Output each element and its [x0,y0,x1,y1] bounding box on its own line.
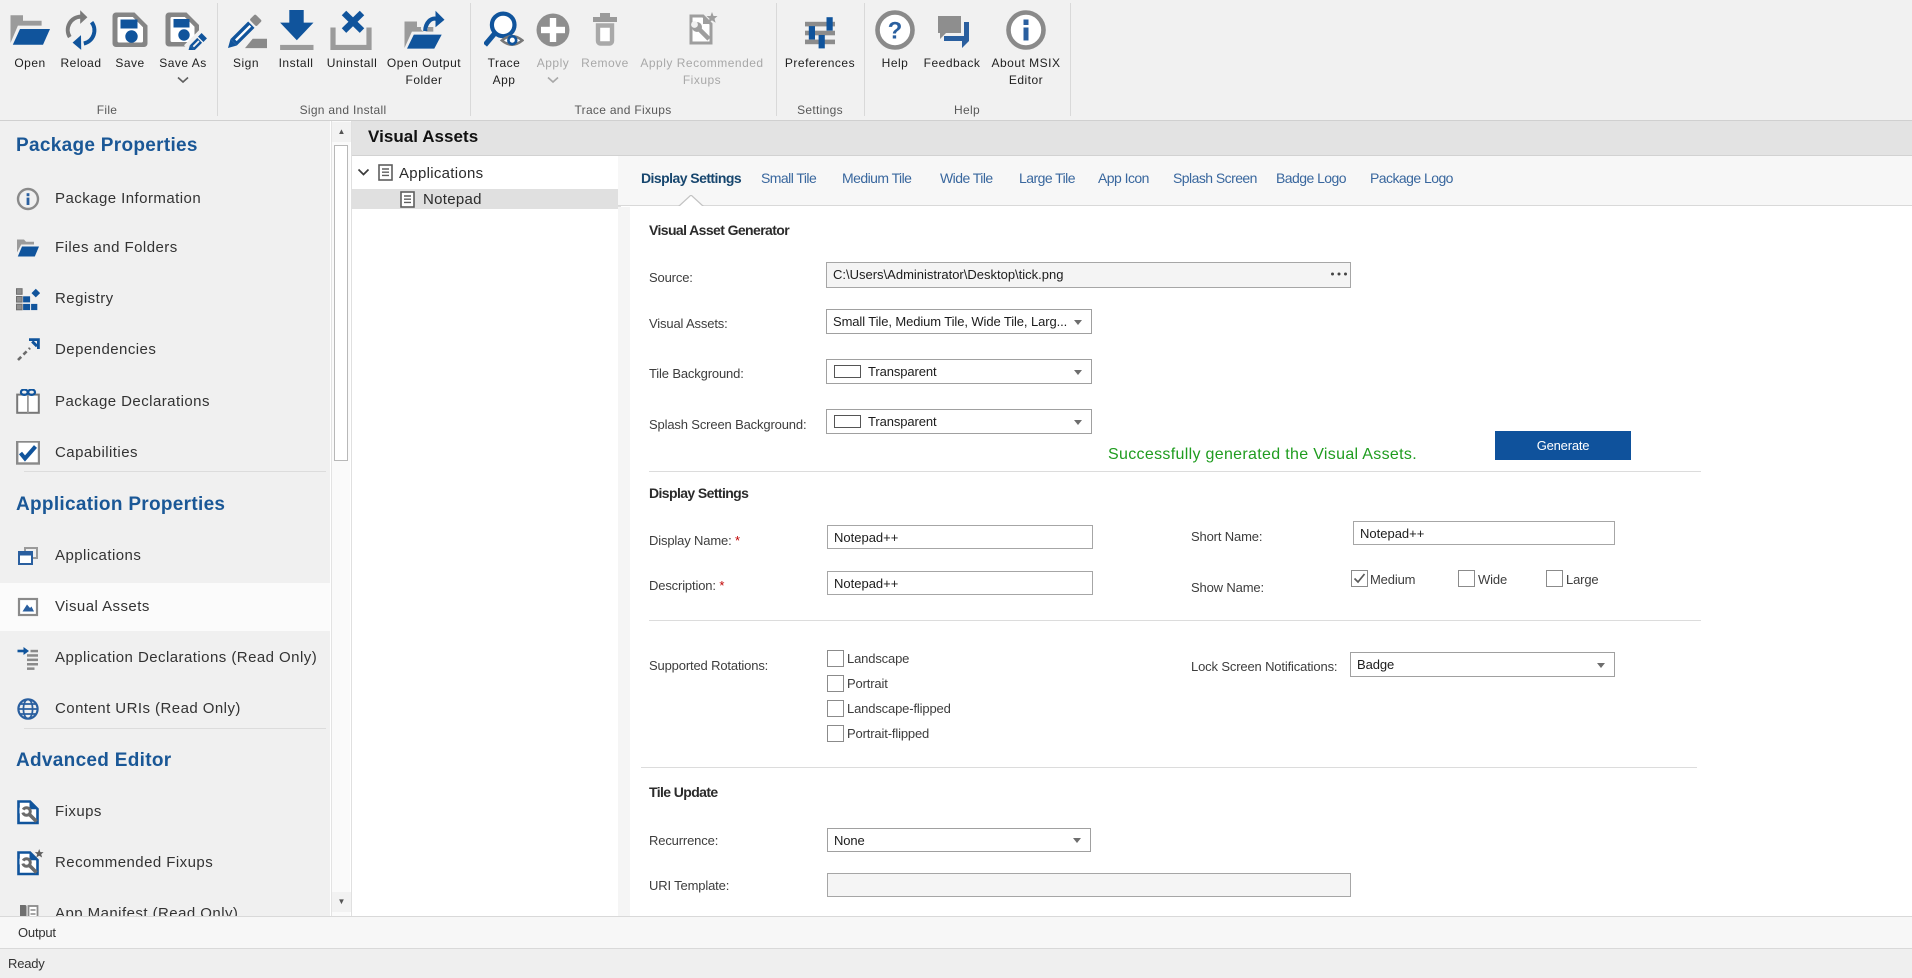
svg-text:?: ? [888,18,903,45]
